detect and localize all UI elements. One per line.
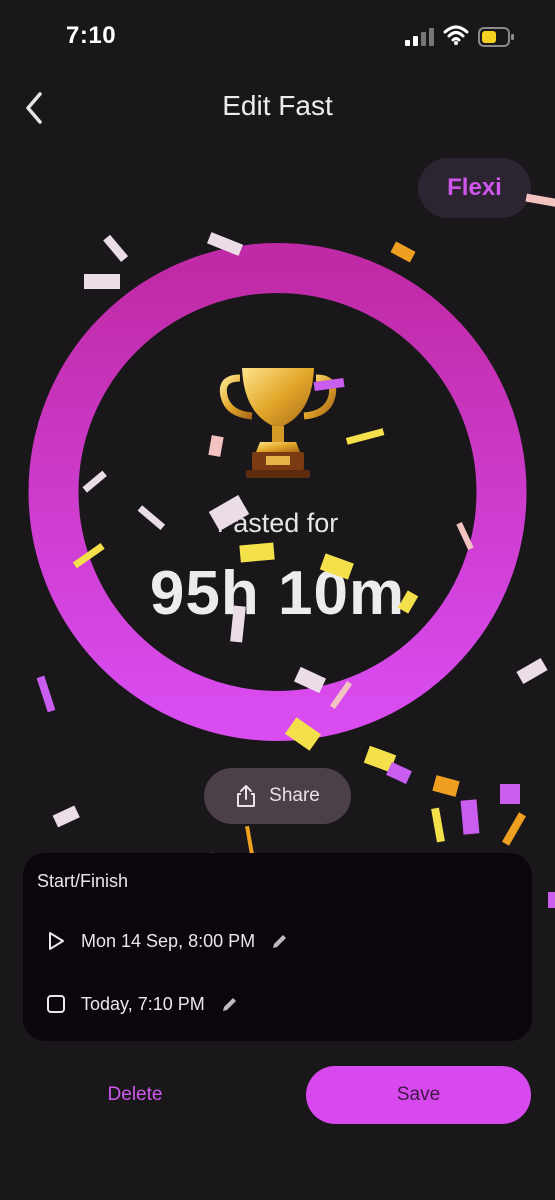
- play-icon: [49, 932, 64, 950]
- status-bar: 7:10: [0, 0, 555, 75]
- start-time: Mon 14 Sep, 8:00 PM: [81, 930, 256, 951]
- battery-icon: [478, 27, 514, 47]
- finish-time: Today, 7:10 PM: [81, 993, 205, 1014]
- share-label: Share: [269, 785, 320, 806]
- fasted-label: Fasted for: [216, 508, 339, 538]
- pencil-icon[interactable]: [271, 932, 289, 950]
- start-time-row[interactable]: Mon 14 Sep, 8:00 PM: [45, 926, 289, 956]
- signal-icon: [405, 28, 434, 46]
- finish-time-row[interactable]: Today, 7:10 PM: [45, 989, 239, 1019]
- share-button[interactable]: Share: [204, 768, 351, 824]
- start-finish-card: Start/Finish Mon 14 Sep, 8:00 PM Today, …: [23, 853, 532, 1041]
- page-title: Edit Fast: [222, 90, 333, 121]
- share-icon: [237, 785, 256, 807]
- card-title: Start/Finish: [37, 871, 129, 891]
- wifi-icon: [443, 25, 469, 45]
- fasted-duration: 95h 10m: [149, 559, 406, 628]
- trophy-icon: [219, 368, 337, 478]
- nav-bar: Edit Fast: [0, 80, 555, 135]
- status-time: 7:10: [66, 22, 117, 49]
- delete-button[interactable]: Delete: [60, 1070, 210, 1120]
- save-button[interactable]: Save: [306, 1066, 531, 1124]
- progress-ring: [0, 200, 555, 780]
- pencil-icon[interactable]: [221, 995, 239, 1013]
- progress-ring-graphic: [28, 243, 527, 741]
- checkbox-icon: [47, 995, 65, 1013]
